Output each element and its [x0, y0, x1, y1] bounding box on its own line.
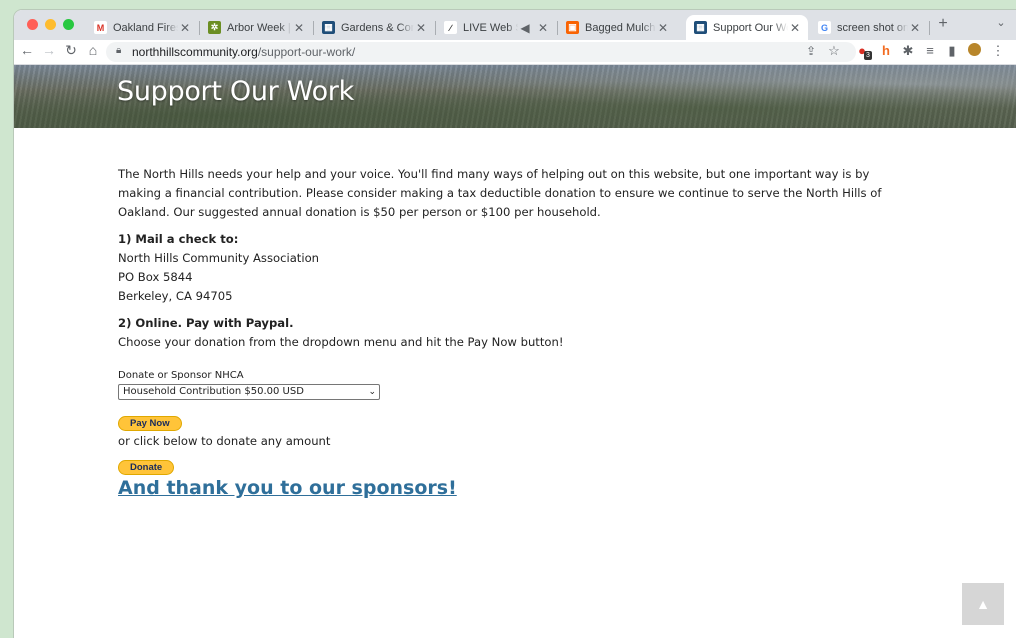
address-bar[interactable]: 🔒︎ northhillscommunity.org/support-our-w… [106, 42, 856, 62]
donation-select[interactable]: Household Contribution $50.00 USD ⌄ [118, 384, 380, 400]
extension-badge: 3 [864, 51, 872, 60]
close-icon[interactable]: ✕ [178, 21, 192, 35]
google-icon: G [818, 21, 831, 34]
home-icon[interactable]: ⌂ [84, 42, 102, 58]
url-text[interactable]: northhillscommunity.org/support-our-work… [132, 45, 355, 59]
sponsors-link[interactable]: And thank you to our sponsors! [118, 476, 898, 500]
live-icon: ∕ [444, 21, 457, 34]
tab-strip: M Oakland Firesafe ✕ ✲ Arbor Week | City… [14, 10, 1016, 40]
nhca-icon: ▦ [322, 21, 335, 34]
close-icon[interactable]: ✕ [414, 21, 428, 35]
extension-honey-icon[interactable]: h [878, 43, 894, 58]
audio-playing-icon[interactable]: ◀ [518, 21, 532, 35]
tab-arbor-week[interactable]: ✲ Arbor Week | City ✕ [200, 15, 312, 40]
close-icon[interactable]: ✕ [908, 21, 922, 35]
forward-arrow-icon[interactable]: → [40, 42, 58, 58]
close-icon[interactable]: ✕ [536, 21, 550, 35]
reading-list-icon[interactable]: ≡ [922, 43, 938, 58]
tab-gardens[interactable]: ▦ Gardens & Comm ✕ [314, 15, 434, 40]
tab-title: Gardens & Comm [341, 21, 414, 34]
bookmark-star-icon[interactable]: ☆ [826, 43, 842, 59]
mail-heading: 1) Mail a check to: [118, 232, 239, 246]
select-value: Household Contribution $50.00 USD [123, 386, 304, 397]
back-arrow-icon[interactable]: ← [18, 42, 36, 58]
lock-icon: 🔒︎ [116, 45, 122, 56]
chevron-down-icon: ⌄ [368, 387, 376, 397]
tab-bagged-mulch[interactable]: ▣ Bagged Mulch - ✕ [558, 15, 676, 40]
page-title: Support Our Work [117, 76, 354, 107]
tab-support-our-work[interactable]: ▦ Support Our Wor ✕ [686, 15, 808, 40]
tab-title: Oakland Firesafe [113, 21, 178, 34]
tab-google-search[interactable]: G screen shot on m ✕ [810, 15, 928, 40]
extensions-puzzle-icon[interactable]: ✱ [900, 43, 916, 59]
address-line: Berkeley, CA 94705 [118, 289, 233, 303]
chevron-up-icon: ▲ [976, 596, 990, 612]
browser-toolbar: ← → ↻ ⌂ 🔒︎ northhillscommunity.org/suppo… [14, 40, 1016, 65]
close-icon[interactable]: ✕ [656, 21, 670, 35]
address-line: North Hills Community Association [118, 251, 320, 265]
profile-avatar-icon[interactable] [966, 43, 982, 59]
close-icon[interactable]: ✕ [292, 21, 306, 35]
tab-live-web[interactable]: ∕ LIVE Web Str ◀ ✕ [436, 15, 556, 40]
back-to-top-button[interactable]: ▲ [962, 583, 1004, 625]
city-oakland-icon: ✲ [208, 21, 221, 34]
page-hero-banner: Support Our Work [14, 65, 1016, 128]
nhca-icon: ▦ [694, 21, 707, 34]
donation-form-label: Donate or Sponsor NHCA [118, 370, 244, 381]
zoom-window-button[interactable] [63, 19, 74, 30]
tab-title: Support Our Wor [713, 21, 788, 34]
mailing-address: North Hills Community Association PO Box… [118, 249, 898, 306]
tab-title: Arbor Week | City [227, 21, 292, 34]
homedepot-icon: ▣ [566, 21, 579, 34]
page-content: The North Hills needs your help and your… [118, 165, 898, 500]
address-line: PO Box 5844 [118, 270, 193, 284]
paypal-pay-now-button[interactable]: Pay Now [118, 416, 182, 431]
online-heading: 2) Online. Pay with Paypal. [118, 316, 294, 330]
close-window-button[interactable] [27, 19, 38, 30]
share-icon[interactable]: ⇪ [803, 44, 819, 58]
online-instructions: Choose your donation from the dropdown m… [118, 335, 564, 349]
minimize-window-button[interactable] [45, 19, 56, 30]
tab-oakland-firesafe[interactable]: M Oakland Firesafe ✕ [86, 15, 198, 40]
paypal-donate-button[interactable]: Donate [118, 460, 175, 475]
browser-window: M Oakland Firesafe ✕ ✲ Arbor Week | City… [14, 10, 1016, 638]
new-tab-button[interactable]: + [934, 15, 952, 33]
intro-paragraph: The North Hills needs your help and your… [118, 167, 882, 219]
gmail-icon: M [94, 21, 107, 34]
tab-title: LIVE Web Str [463, 21, 518, 34]
tab-title: screen shot on m [837, 21, 908, 34]
side-panel-icon[interactable]: ▮ [944, 43, 960, 59]
tab-search-chevron-icon[interactable]: ⌄ [992, 16, 1010, 29]
more-menu-icon[interactable]: ⋮ [990, 43, 1006, 59]
close-icon[interactable]: ✕ [788, 21, 802, 35]
donate-any-amount-text: or click below to donate any amount [118, 434, 331, 448]
reload-icon[interactable]: ↻ [62, 42, 80, 59]
tab-title: Bagged Mulch - [585, 21, 656, 34]
